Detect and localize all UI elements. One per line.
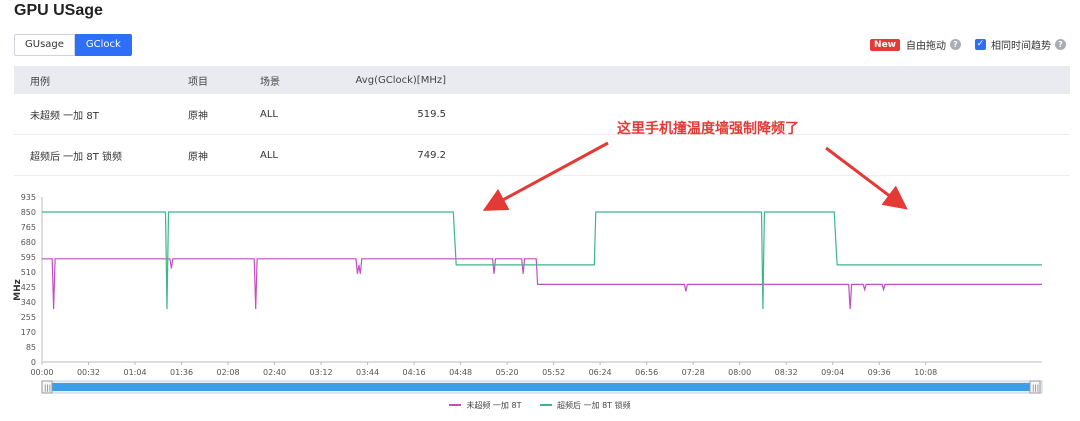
annotation-text: 这里手机撞温度墙强制降频了 [617, 121, 799, 137]
x-tick-label: 08:32 [775, 368, 798, 377]
x-tick-label: 03:44 [356, 368, 379, 377]
y-tick-label: 425 [21, 283, 36, 292]
svg-text:|||: ||| [44, 384, 51, 392]
y-tick-label: 595 [21, 253, 36, 262]
annotation-arrow-left [482, 141, 609, 211]
x-tick-label: 01:04 [123, 368, 146, 377]
legend-item[interactable]: 超频后 一加 8T 锁频 [540, 400, 631, 411]
scrollbar-range [48, 383, 1036, 391]
svg-text:|||: ||| [1032, 384, 1039, 392]
y-tick-label: 255 [21, 313, 36, 322]
x-tick-label: 05:20 [496, 368, 519, 377]
chart-series [42, 211, 1042, 310]
chart-legend: 未超频 一加 8T 超频后 一加 8T 锁频 [0, 399, 1080, 411]
annotation-arrows [482, 141, 908, 211]
gclock-line-chart: 0 85 170 255 340 425 510 595 680 765 850 935 00:00 00… [13, 141, 1043, 394]
annotation-arrow-right [825, 146, 908, 210]
x-tick-label: 08:00 [728, 368, 751, 377]
x-tick-label: 04:48 [449, 368, 472, 377]
legend-swatch [449, 404, 462, 406]
series-line [42, 258, 1042, 310]
y-tick-label: 765 [21, 223, 36, 232]
y-tick-label: 0 [31, 358, 36, 367]
series-line [42, 211, 1042, 310]
legend-swatch [540, 404, 552, 406]
time-range-scrollbar: ||| ||| [41, 380, 1043, 394]
legend-label: 未超频 一加 8T [466, 400, 522, 410]
y-axis-label: MHz [13, 279, 23, 301]
x-tick-label: 09:04 [821, 368, 844, 377]
x-tick-label: 06:24 [589, 368, 612, 377]
y-tick-label: 340 [21, 298, 36, 307]
x-tick-label: 00:00 [30, 368, 53, 377]
x-tick-label: 10:08 [914, 368, 937, 377]
y-tick-label: 510 [21, 268, 36, 277]
x-tick-label: 07:28 [682, 368, 705, 377]
x-tick-label: 04:16 [403, 368, 426, 377]
x-tick-label: 00:32 [77, 368, 100, 377]
x-tick-label: 02:08 [217, 368, 240, 377]
legend-label: 超频后 一加 8T 锁频 [557, 400, 631, 410]
x-tick-label: 06:56 [635, 368, 658, 377]
y-tick-label: 680 [21, 238, 36, 247]
y-tick-label: 850 [21, 208, 36, 217]
y-tick-label: 170 [21, 328, 36, 337]
x-tick-label: 05:52 [542, 368, 565, 377]
y-tick-label: 85 [26, 343, 36, 352]
legend-item[interactable]: 未超频 一加 8T [449, 400, 521, 411]
x-tick-label: 01:36 [170, 368, 193, 377]
y-tick-label: 935 [21, 193, 36, 202]
x-tick-label: 02:40 [263, 368, 286, 377]
x-tick-label: 03:12 [310, 368, 333, 377]
x-tick-label: 09:36 [868, 368, 891, 377]
